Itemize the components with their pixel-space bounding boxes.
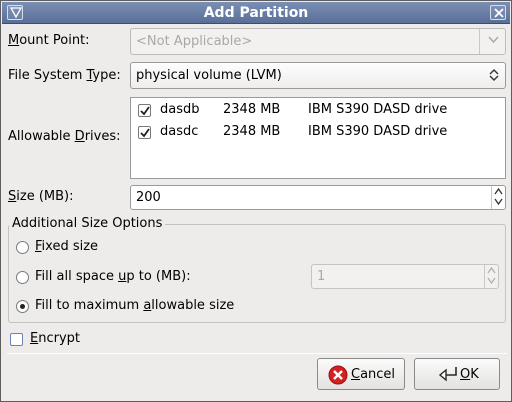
updown-arrows-icon <box>489 69 499 81</box>
fs-type-label: File System Type: <box>8 68 121 83</box>
radio-selected-dot <box>20 304 25 309</box>
cancel-label: Cancel <box>351 367 396 382</box>
button-separator <box>7 353 507 354</box>
fs-type-dropdown-button[interactable] <box>479 63 505 88</box>
ok-label: OK <box>460 367 479 382</box>
encrypt-label[interactable]: Encrypt <box>30 331 80 346</box>
drive-row[interactable]: dasdc 2348 MB IBM S390 DASD drive <box>131 122 505 144</box>
fill-upto-value: 1 <box>317 269 326 284</box>
fill-upto-label[interactable]: Fill all space up to (MB): <box>35 269 191 284</box>
add-partition-dialog: Add Partition Mount Point: <Not Applicab… <box>0 0 512 402</box>
size-label: Size (MB): <box>8 189 74 204</box>
title-bar: Add Partition <box>2 2 510 24</box>
chevron-down-icon <box>488 36 499 44</box>
mount-point-dropdown-button[interactable] <box>479 29 505 54</box>
fill-upto-spinbutton[interactable]: 1 <box>311 264 499 289</box>
drive-name: dasdb <box>160 102 200 117</box>
fs-type-value: physical volume (LVM) <box>136 68 282 83</box>
drive-size: 2348 MB <box>223 124 281 139</box>
checkmark-icon <box>140 106 150 116</box>
drives-list: dasdb 2348 MB IBM S390 DASD drive dasdc … <box>130 97 506 179</box>
spin-down-icon[interactable] <box>487 277 496 284</box>
drive-model: IBM S390 DASD drive <box>308 124 448 139</box>
mount-point-combo[interactable]: <Not Applicable> <box>130 28 506 55</box>
size-spinbutton[interactable]: 200 <box>130 185 506 210</box>
fill-max-label[interactable]: Fill to maximum allowable size <box>35 298 234 313</box>
spin-up-icon[interactable] <box>487 267 496 274</box>
fill-upto-radio[interactable] <box>16 271 29 284</box>
ok-button[interactable]: OK <box>414 358 500 390</box>
spin-down-icon[interactable] <box>494 198 503 205</box>
size-options-title: Additional Size Options <box>9 216 166 231</box>
close-window-button[interactable] <box>490 5 506 20</box>
encrypt-checkbox[interactable] <box>10 333 23 346</box>
mount-point-value: <Not Applicable> <box>136 34 253 49</box>
drive-checkbox[interactable] <box>138 126 151 139</box>
drive-checkbox[interactable] <box>138 104 151 117</box>
checkmark-icon <box>140 128 150 138</box>
enter-arrow-icon <box>438 367 457 382</box>
window-title: Add Partition <box>203 5 309 21</box>
drive-size: 2348 MB <box>223 102 281 117</box>
allowable-drives-label: Allowable Drives: <box>8 129 121 144</box>
cancel-icon <box>328 365 348 385</box>
drive-name: dasdc <box>160 124 199 139</box>
drive-model: IBM S390 DASD drive <box>308 102 448 117</box>
spin-up-icon[interactable] <box>494 188 503 195</box>
drive-row[interactable]: dasdb 2348 MB IBM S390 DASD drive <box>131 99 505 121</box>
fill-upto-spin-arrows[interactable] <box>484 265 498 288</box>
close-icon <box>494 8 504 18</box>
fs-type-combo[interactable]: physical volume (LVM) <box>130 62 506 89</box>
fill-max-radio[interactable] <box>16 300 29 313</box>
size-value: 200 <box>136 190 161 205</box>
fixed-size-radio[interactable] <box>16 241 29 254</box>
fixed-size-label[interactable]: Fixed size <box>35 239 98 254</box>
size-spin-arrows[interactable] <box>491 186 505 209</box>
mount-point-label: Mount Point: <box>8 33 90 48</box>
cancel-button[interactable]: Cancel <box>317 358 405 390</box>
